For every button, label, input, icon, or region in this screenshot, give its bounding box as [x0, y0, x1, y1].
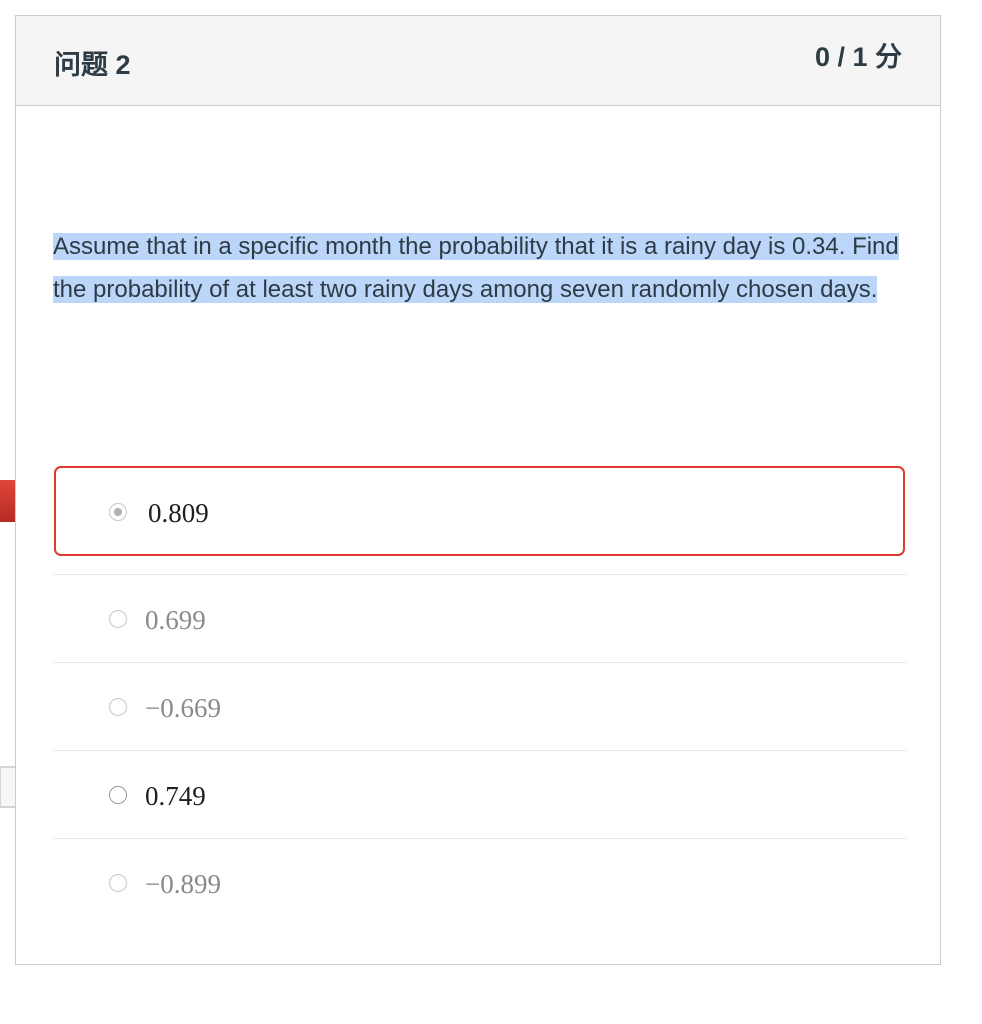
radio-button-checked[interactable]	[109, 503, 127, 521]
answer-label: −0.899	[145, 869, 221, 899]
question-card: 问题 2 0 / 1 分 Assume that in a specific m…	[15, 15, 941, 965]
answer-option-3[interactable]: −0.669	[53, 663, 906, 751]
answer-label: 0.699	[145, 605, 206, 635]
quiz-page: 问题 2 0 / 1 分 Assume that in a specific m…	[0, 0, 982, 1024]
answer-label: 0.809	[148, 498, 209, 528]
question-text: Assume that in a specific month the prob…	[53, 225, 913, 311]
answer-option-2[interactable]: 0.699	[53, 575, 906, 663]
question-header: 问题 2 0 / 1 分	[16, 16, 940, 106]
radio-button[interactable]	[109, 610, 127, 628]
radio-button[interactable]	[109, 874, 127, 892]
answer-option-5[interactable]: −0.899	[53, 839, 906, 927]
radio-button[interactable]	[109, 698, 127, 716]
answer-list: 0.809 0.699 −0.669 0.749 −0.899	[53, 465, 906, 927]
question-text-highlighted: Assume that in a specific month the prob…	[53, 233, 899, 303]
answer-option-1[interactable]: 0.809	[53, 465, 906, 575]
answer-option-4[interactable]: 0.749	[53, 751, 906, 839]
radio-button[interactable]	[109, 786, 127, 804]
answer-label: 0.749	[145, 781, 206, 811]
answer-label: −0.669	[145, 693, 221, 723]
question-title: 问题 2	[54, 50, 131, 80]
question-points: 0 / 1 分	[814, 42, 902, 72]
